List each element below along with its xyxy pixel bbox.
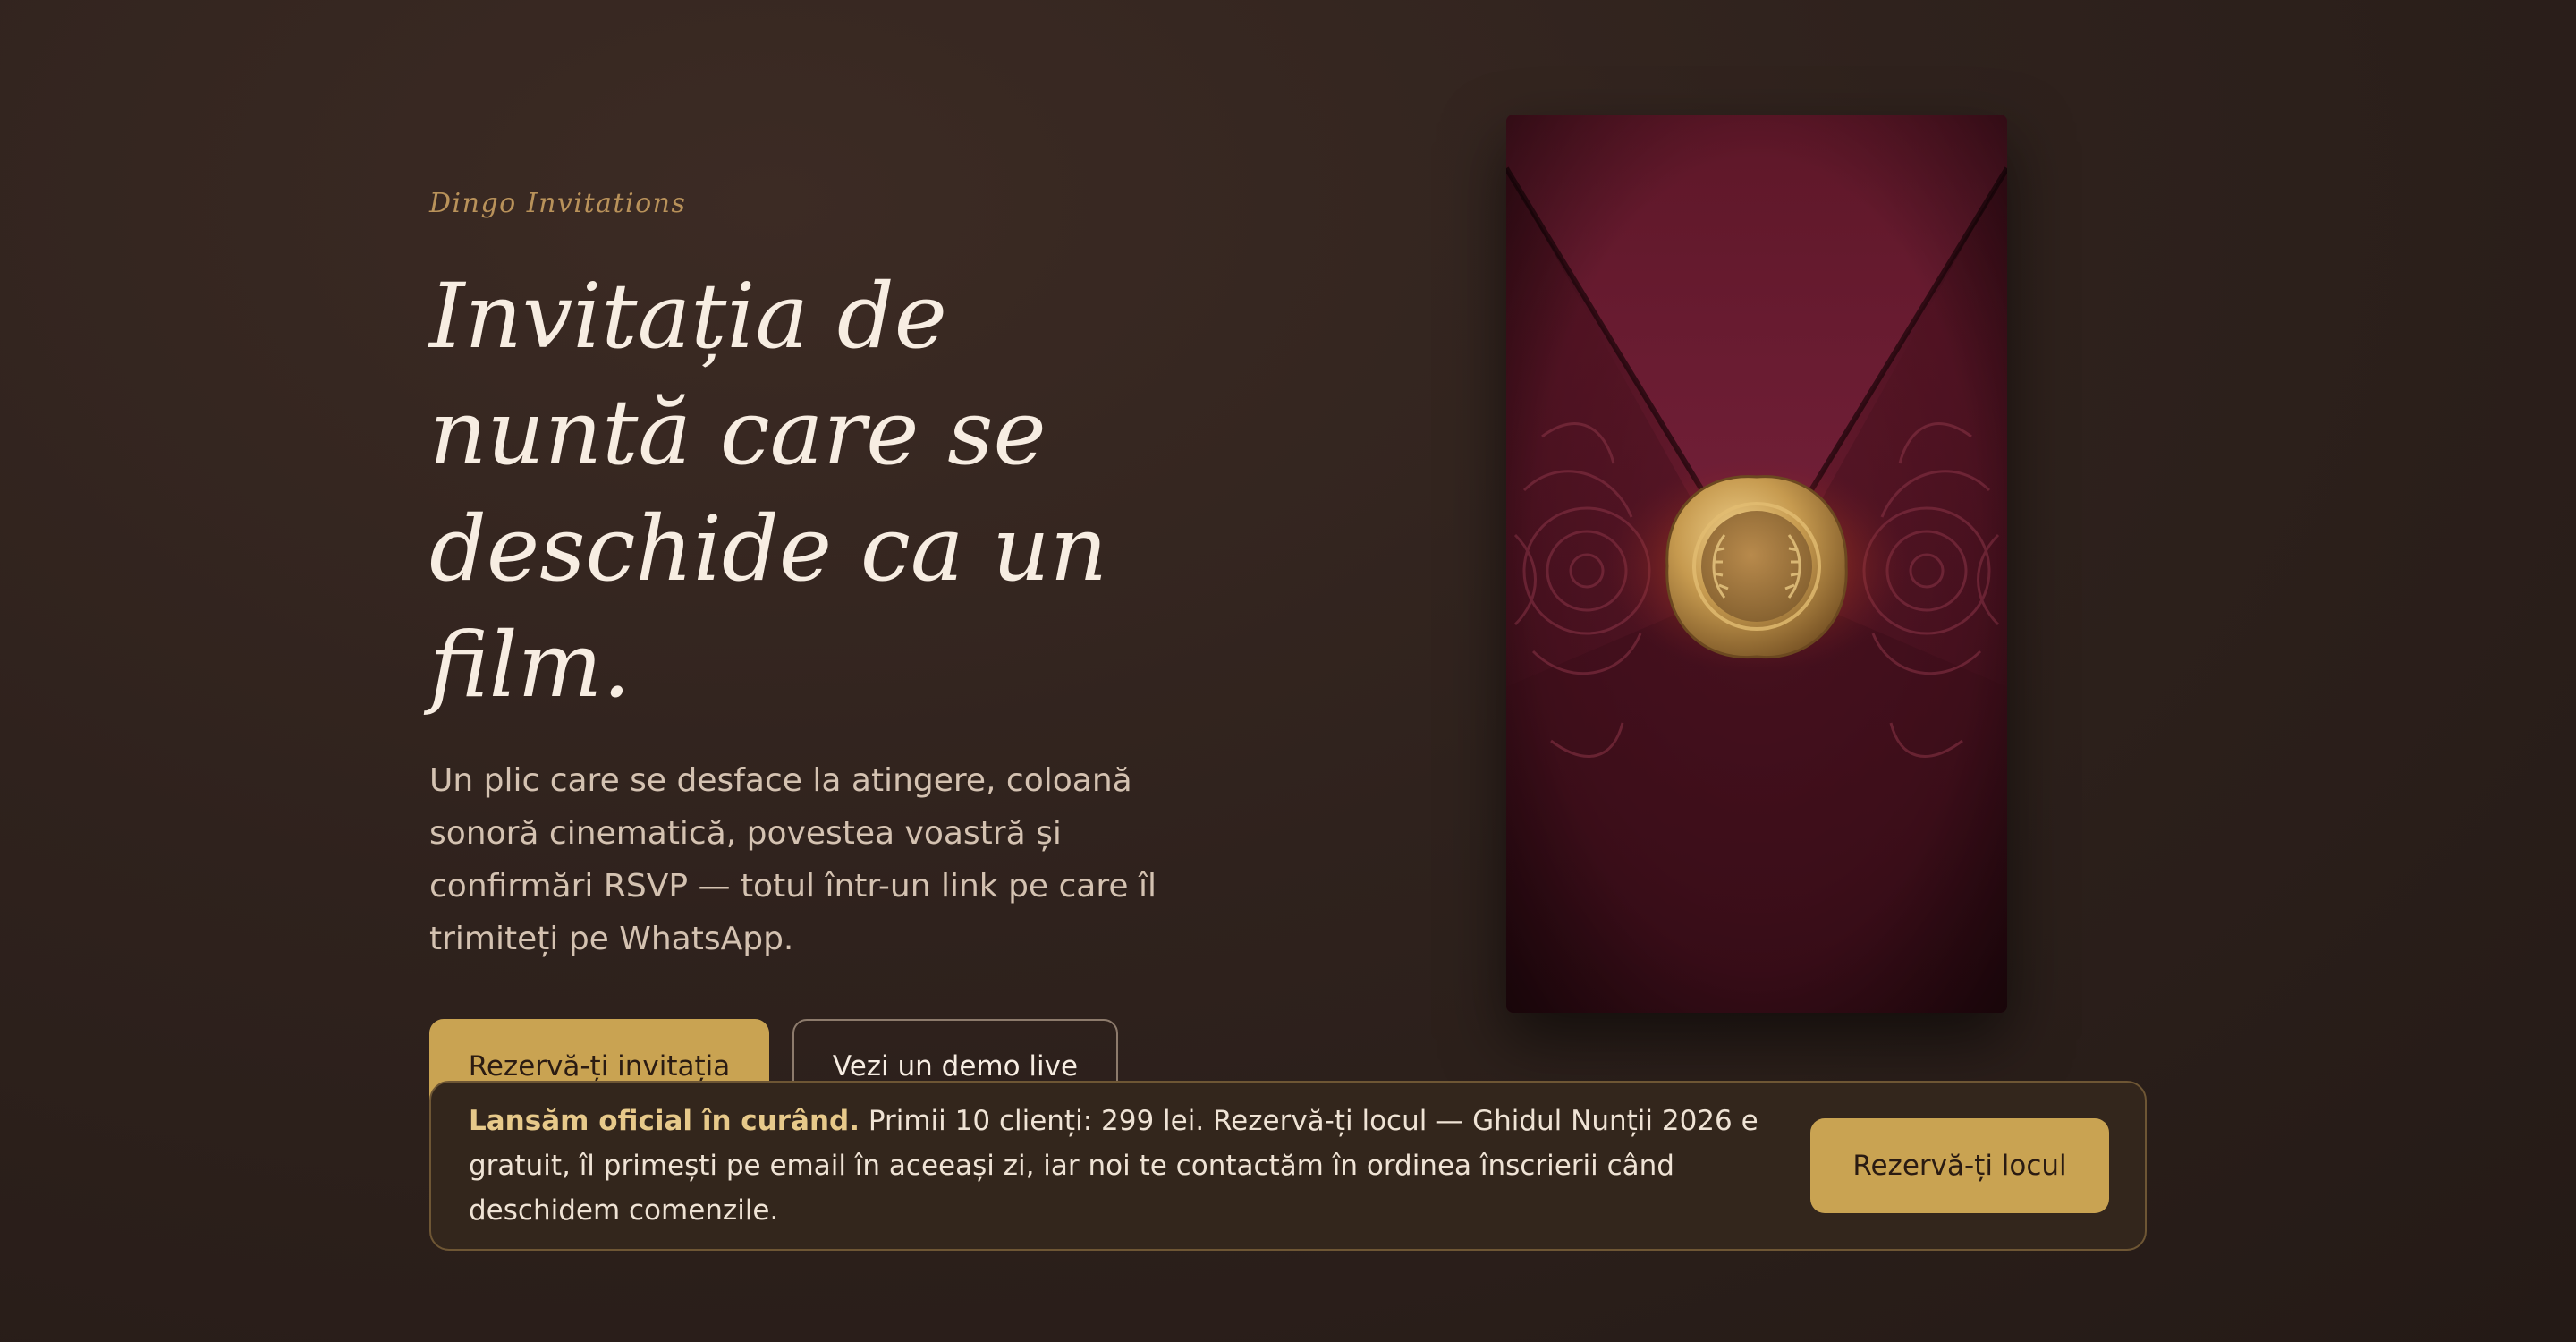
- reserve-spot-button[interactable]: Rezervă-ți locul: [1810, 1118, 2109, 1213]
- brand-name: Dingo Invitations: [429, 188, 687, 219]
- hero-headline: Invitația de nuntă care se deschide ca u…: [429, 264, 1108, 718]
- envelope-preview-image: [1506, 115, 2007, 1013]
- launch-message: Lansăm oficial în curând. Primii 10 clie…: [469, 1099, 1769, 1233]
- hero-section: Dingo Invitations Invitația de nuntă car…: [429, 188, 1252, 1114]
- launch-highlight: Lansăm oficial în curând.: [469, 1105, 860, 1137]
- launch-banner: Lansăm oficial în curând. Primii 10 clie…: [429, 1081, 2147, 1251]
- hero-description: Un plic care se desface la atingere, col…: [429, 762, 1157, 957]
